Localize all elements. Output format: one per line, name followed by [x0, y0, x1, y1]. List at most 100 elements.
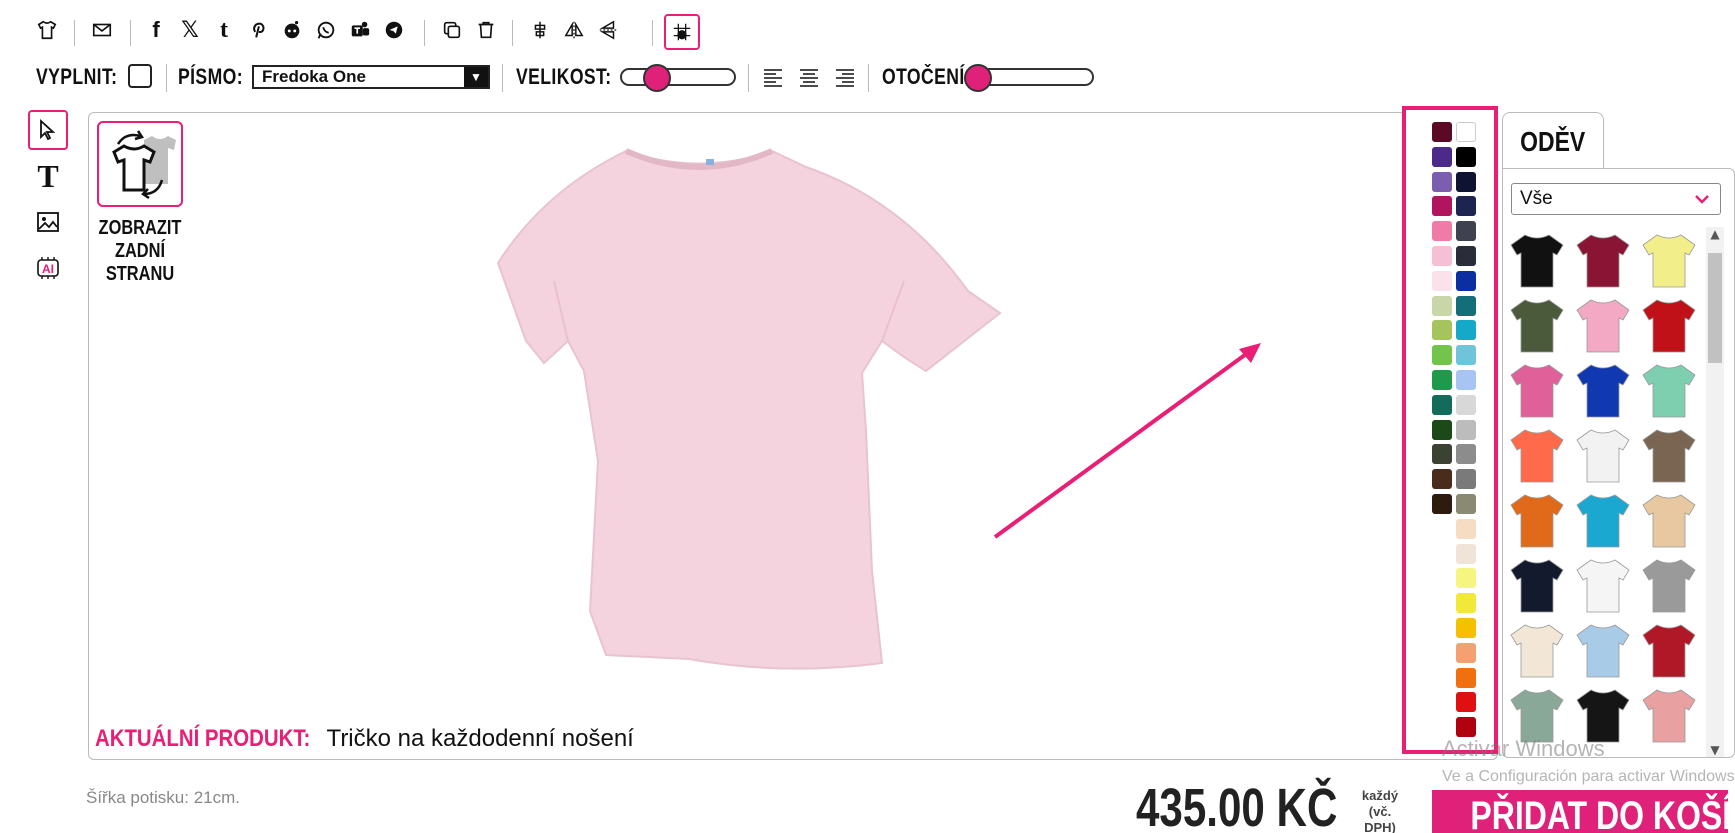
color-swatch[interactable]	[1456, 518, 1476, 539]
color-swatch[interactable]	[1432, 146, 1452, 167]
product-scrollbar[interactable]: ▲ ▼	[1706, 227, 1724, 757]
product-black-tshirt[interactable]	[1509, 231, 1565, 289]
product-white-tank-top[interactable]	[1575, 426, 1631, 484]
color-swatch[interactable]	[1456, 568, 1476, 589]
color-swatch[interactable]	[1456, 667, 1476, 688]
product-fuchsia-womens-tshirt[interactable]	[1509, 361, 1565, 419]
product-burgundy-tshirt[interactable]	[1575, 231, 1631, 289]
product-pink-womens-tshirt[interactable]	[1575, 296, 1631, 354]
telegram-icon[interactable]	[380, 16, 408, 44]
grid-snap-icon[interactable]	[664, 14, 700, 50]
color-swatch[interactable]	[1432, 295, 1452, 316]
product-brown-tank-top[interactable]	[1641, 426, 1697, 484]
product-turquoise-hoodie[interactable]	[1575, 491, 1631, 549]
color-swatch[interactable]	[1456, 370, 1476, 390]
tumblr-icon[interactable]: t	[210, 16, 238, 44]
fill-color-swatch[interactable]	[128, 64, 152, 88]
rotation-slider[interactable]	[964, 64, 1094, 92]
color-swatch[interactable]	[1432, 320, 1452, 341]
color-swatch[interactable]	[1456, 543, 1476, 564]
color-swatch[interactable]	[1456, 270, 1476, 291]
duplicate-icon[interactable]	[438, 16, 466, 44]
delete-icon[interactable]	[472, 16, 500, 44]
color-swatch[interactable]	[1432, 394, 1452, 415]
product-olive-tshirt[interactable]	[1509, 296, 1565, 354]
product-red-tshirt[interactable]	[1641, 296, 1697, 354]
product-tie-dye-tshirt[interactable]	[1641, 491, 1697, 549]
color-swatch[interactable]	[1456, 146, 1476, 167]
whatsapp-icon[interactable]	[312, 16, 340, 44]
facebook-icon[interactable]: f	[142, 16, 170, 44]
product-pink-tank-top[interactable]	[1641, 686, 1697, 744]
color-swatch[interactable]	[1456, 246, 1476, 266]
pinterest-icon[interactable]	[244, 16, 272, 44]
product-royal-blue-tshirt[interactable]	[1575, 361, 1631, 419]
size-slider-knob[interactable]	[643, 64, 672, 92]
align-left-icon[interactable]	[762, 66, 784, 88]
color-swatch[interactable]	[1432, 444, 1452, 465]
color-swatch[interactable]	[1456, 717, 1476, 738]
add-to-cart-button[interactable]: PŘIDAT DO KOŠÍKU	[1432, 790, 1735, 833]
color-swatch[interactable]	[1432, 494, 1452, 514]
flip-vertical-icon[interactable]	[594, 16, 622, 44]
email-icon[interactable]	[88, 16, 116, 44]
color-swatch[interactable]	[1456, 494, 1476, 514]
product-varsity-jacket[interactable]	[1641, 621, 1697, 679]
scroll-up-icon[interactable]: ▲	[1706, 227, 1724, 241]
product-navy-tshirt[interactable]	[1509, 556, 1565, 614]
reddit-icon[interactable]	[278, 16, 306, 44]
color-swatch[interactable]	[1456, 618, 1476, 638]
image-tool[interactable]	[28, 202, 68, 242]
size-slider[interactable]	[620, 64, 736, 92]
product-gradient-tshirt[interactable]	[1575, 621, 1631, 679]
design-canvas[interactable]: ZOBRAZIT ZADNÍ STRANU AKTUÁLNÍ PRODUKT: …	[88, 112, 1498, 760]
flip-horizontal-icon[interactable]	[560, 16, 588, 44]
color-swatch[interactable]	[1456, 692, 1476, 713]
product-mint-tshirt[interactable]	[1641, 361, 1697, 419]
tshirt-icon[interactable]	[33, 16, 61, 44]
product-grey-hoodie[interactable]	[1641, 556, 1697, 614]
color-swatch[interactable]	[1456, 593, 1476, 614]
color-swatch[interactable]	[1456, 345, 1476, 366]
color-swatch[interactable]	[1432, 122, 1452, 142]
color-swatch[interactable]	[1432, 469, 1452, 490]
color-swatch[interactable]	[1432, 370, 1452, 390]
tab-clothing[interactable]: ODĚV	[1502, 112, 1604, 170]
font-select[interactable]: Fredoka One ▼	[252, 65, 490, 89]
teams-icon[interactable]	[346, 16, 374, 44]
color-swatch[interactable]	[1456, 642, 1476, 663]
color-swatch[interactable]	[1456, 320, 1476, 341]
color-swatch[interactable]	[1456, 221, 1476, 242]
ai-tool[interactable]: AI	[28, 248, 68, 288]
product-yellow-tshirt[interactable]	[1641, 231, 1697, 289]
align-right-icon[interactable]	[834, 66, 856, 88]
select-tool[interactable]	[28, 110, 68, 150]
scrollbar-thumb[interactable]	[1708, 253, 1722, 363]
x-icon[interactable]: 𝕏	[176, 16, 204, 44]
category-select[interactable]: Vše	[1511, 183, 1721, 215]
color-swatch[interactable]	[1432, 419, 1452, 440]
scroll-down-icon[interactable]: ▼	[1706, 743, 1724, 757]
color-swatch[interactable]	[1456, 394, 1476, 415]
product-cream-tshirt[interactable]	[1509, 621, 1565, 679]
color-swatch[interactable]	[1456, 295, 1476, 316]
color-swatch[interactable]	[1432, 221, 1452, 242]
color-swatch[interactable]	[1432, 196, 1452, 217]
color-swatch[interactable]	[1456, 122, 1476, 142]
center-align-icon[interactable]	[526, 16, 554, 44]
color-swatch[interactable]	[1432, 270, 1452, 291]
product-orange-hoodie[interactable]	[1509, 491, 1565, 549]
product-raglan-tshirt[interactable]	[1575, 556, 1631, 614]
rotation-slider-knob[interactable]	[964, 64, 992, 92]
color-swatch[interactable]	[1456, 196, 1476, 217]
text-icon[interactable]: T	[28, 156, 68, 196]
color-swatch[interactable]	[1456, 469, 1476, 490]
align-center-icon[interactable]	[798, 66, 820, 88]
product-coral-womens-tshirt[interactable]	[1509, 426, 1565, 484]
color-swatch[interactable]	[1432, 171, 1452, 192]
color-swatch[interactable]	[1456, 171, 1476, 192]
color-swatch[interactable]	[1456, 419, 1476, 440]
color-swatch[interactable]	[1456, 444, 1476, 465]
color-swatch[interactable]	[1432, 246, 1452, 266]
color-swatch[interactable]	[1432, 345, 1452, 366]
